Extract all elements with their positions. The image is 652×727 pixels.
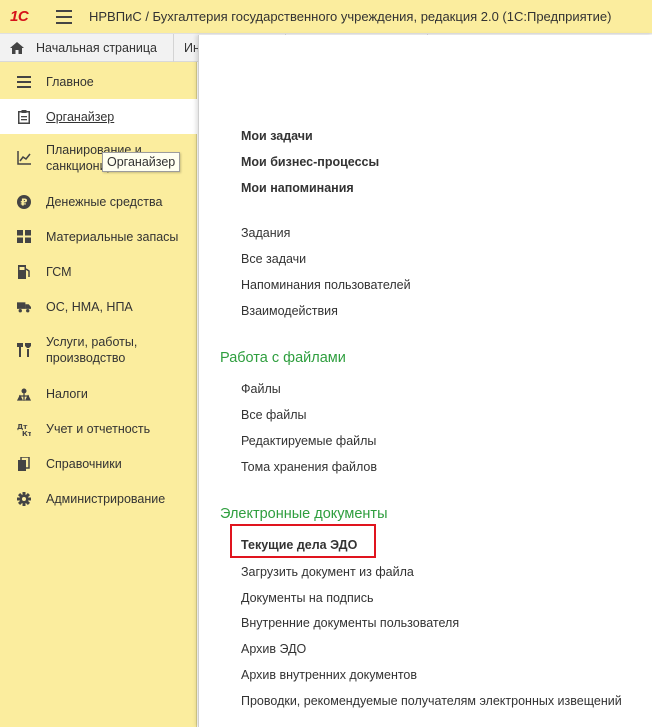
sidebar-item-money[interactable]: ₽ Денежные средства	[0, 184, 197, 219]
taxes-icon	[17, 387, 31, 401]
sidebar-item-label: Главное	[46, 74, 94, 89]
link-internal-user-documents[interactable]: Внутренние документы пользователя	[241, 616, 459, 630]
link-load-document-from-file[interactable]: Загрузить документ из файла	[241, 565, 414, 579]
sidebar-item-services[interactable]: Услуги, работы, производство	[0, 326, 197, 374]
tools-icon	[17, 343, 31, 357]
link-files[interactable]: Файлы	[241, 382, 281, 396]
window-title: НРВПиС / Бухгалтерия государственного уч…	[89, 9, 612, 24]
home-icon	[10, 42, 24, 54]
books-icon	[17, 456, 31, 471]
link-internal-documents-archive[interactable]: Архив внутренних документов	[241, 668, 417, 682]
grid-icon	[17, 230, 31, 244]
tab-home[interactable]: Начальная страница	[0, 34, 174, 62]
link-my-business-processes[interactable]: Мои бизнес-процессы	[241, 155, 379, 169]
sidebar-item-references[interactable]: Справочники	[0, 446, 197, 481]
logo-text: 1С	[10, 8, 29, 25]
sidebar-item-fixed-assets[interactable]: ОС, НМА, НПА	[0, 289, 197, 324]
sidebar-item-label: Услуги, работы, производство	[46, 334, 137, 366]
gear-icon	[17, 491, 31, 506]
svg-text:₽: ₽	[21, 197, 28, 208]
link-all-files[interactable]: Все файлы	[241, 408, 307, 422]
sidebar-item-label: ОС, НМА, НПА	[46, 299, 133, 314]
title-bar: 1С НРВПиС / Бухгалтерия государственного…	[0, 0, 652, 33]
link-assignments[interactable]: Задания	[241, 226, 290, 240]
clipboard-icon	[17, 109, 31, 124]
link-edited-files[interactable]: Редактируемые файлы	[241, 434, 376, 448]
label-line-1: Услуги, работы,	[46, 335, 138, 349]
section-title-edo: Электронные документы	[220, 506, 388, 522]
main-menu-icon[interactable]	[56, 9, 72, 24]
link-all-tasks[interactable]: Все задачи	[241, 252, 306, 266]
app-logo[interactable]: 1С	[10, 7, 40, 27]
sidebar-item-label: Учет и отчетность	[46, 421, 151, 436]
sidebar-item-label: ГСМ	[46, 264, 72, 279]
link-edo-archive[interactable]: Архив ЭДО	[241, 642, 306, 656]
sidebar-item-administration[interactable]: Администрирование	[0, 481, 197, 516]
link-my-tasks[interactable]: Мои задачи	[241, 129, 313, 143]
link-file-storage-volumes[interactable]: Тома хранения файлов	[241, 460, 377, 474]
menu-lines-icon	[17, 75, 31, 89]
sidebar-item-taxes[interactable]: Налоги	[0, 376, 197, 411]
sidebar-item-label: Органайзер	[46, 109, 115, 124]
fuel-icon	[17, 264, 31, 279]
organizer-panel: Мои задачи Мои бизнес-процессы Мои напом…	[198, 35, 652, 727]
ruble-coin-icon: ₽	[17, 194, 31, 209]
sidebar-item-accounting[interactable]: Дт Кт Учет и отчетность	[0, 411, 197, 446]
sidebar-item-fuel[interactable]: ГСМ	[0, 254, 197, 289]
link-my-reminders[interactable]: Мои напоминания	[241, 181, 354, 195]
chart-icon	[17, 151, 31, 165]
truck-icon	[17, 300, 31, 314]
label-line-2: производство	[46, 351, 126, 365]
sidebar-item-label: Справочники	[46, 456, 122, 471]
debit-credit-icon: Дт Кт	[17, 422, 31, 436]
svg-text:Кт: Кт	[22, 430, 31, 436]
sidebar-item-inventory[interactable]: Материальные запасы	[0, 219, 197, 254]
sidebar-item-label: Налоги	[46, 386, 88, 401]
link-current-edo-tasks[interactable]: Текущие дела ЭДО	[241, 538, 357, 552]
link-documents-to-sign[interactable]: Документы на подпись	[241, 591, 374, 605]
sidebar-item-label: Материальные запасы	[46, 229, 179, 244]
section-title-files: Работа с файлами	[220, 350, 346, 366]
tooltip: Органайзер	[102, 152, 181, 172]
link-recommended-entries[interactable]: Проводки, рекомендуемые получателям элек…	[241, 694, 622, 708]
tab-home-label: Начальная страница	[36, 41, 157, 55]
link-interactions[interactable]: Взаимодействия	[241, 304, 338, 318]
sidebar-item-organizer[interactable]: Органайзер	[0, 99, 197, 134]
sidebar-item-label: Денежные средства	[46, 194, 163, 209]
sidebar-item-main[interactable]: Главное	[0, 64, 197, 99]
sidebar-item-label: Администрирование	[46, 491, 166, 506]
link-user-reminders[interactable]: Напоминания пользователей	[241, 278, 411, 292]
